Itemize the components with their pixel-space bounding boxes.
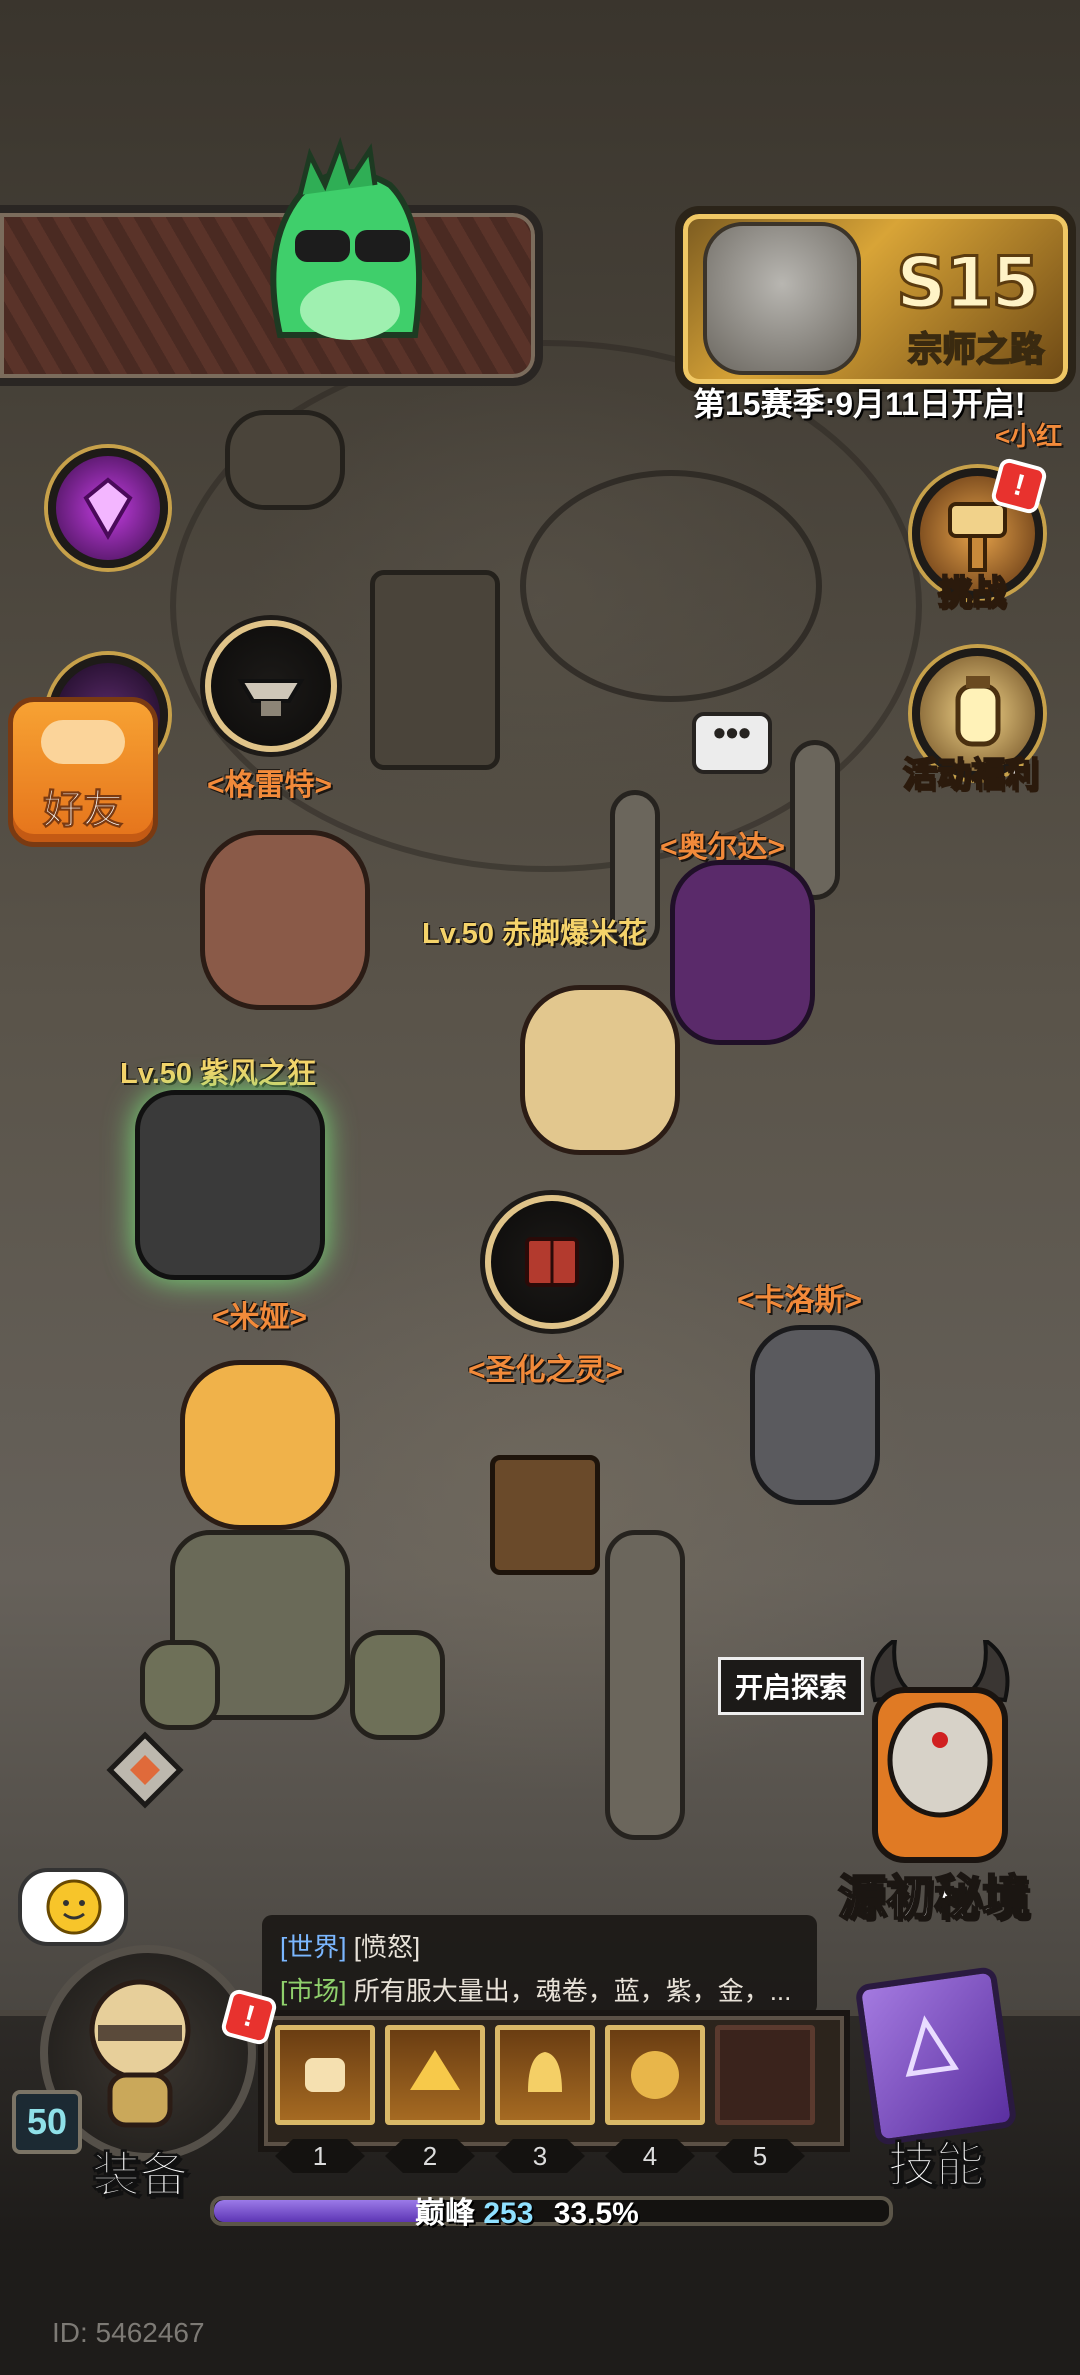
chat-channel-market: [市场]: [280, 1976, 347, 2006]
slot-number-4: 4: [605, 2139, 695, 2173]
skill-slot-1[interactable]: [275, 2025, 375, 2125]
friends-button[interactable]: 好友: [8, 697, 158, 847]
npc-name-gret: <格雷特>: [207, 769, 333, 802]
footer: [0, 2250, 1080, 2375]
rank-label: 巅峰: [415, 2197, 475, 2230]
skill-slot-4[interactable]: [605, 2025, 705, 2125]
cow-character[interactable]: [200, 830, 370, 1010]
slot-number-5: 5: [715, 2139, 805, 2173]
skills-label: 技能: [887, 2139, 985, 2193]
skull-portal-icon[interactable]: [855, 1640, 1025, 1865]
fist-skill-icon: [305, 2058, 345, 2092]
smiley-cat-icon: [46, 1879, 102, 1935]
skill-slot-2[interactable]: [385, 2025, 485, 2125]
cloud-icon: [41, 720, 125, 764]
chat-panel[interactable]: [世界] [愤怒] [市场] 所有服大量出，魂卷，蓝，紫，金，...: [262, 1915, 817, 2015]
gret-npc-orb[interactable]: [205, 620, 337, 752]
pot-prop: [225, 410, 345, 510]
kaluosi-character[interactable]: [750, 1325, 880, 1505]
xp-text: 巅峰 253 33.5%: [415, 2188, 639, 2232]
progress-percent: 33.5%: [553, 2197, 639, 2230]
beast-skill-icon: [410, 2050, 460, 2090]
green-dino-character[interactable]: [240, 135, 440, 360]
slot-number-2: 2: [385, 2139, 475, 2173]
statue-small-left: [140, 1640, 220, 1730]
tiger-face-icon: [703, 222, 861, 375]
diamond-waypoint-icon[interactable]: [75, 1730, 215, 1830]
pillar-center: [605, 1530, 685, 1840]
user-id: ID: 5462467: [52, 2317, 205, 2348]
chat-line-world: [世界] [愤怒]: [280, 1927, 420, 1964]
incense-table: [370, 570, 500, 770]
emoji-button[interactable]: [18, 1868, 128, 1946]
rune-button[interactable]: [48, 448, 168, 568]
season-title: 宗师之路: [907, 330, 1045, 370]
season-note: 第15赛季:9月11日开启!: [693, 386, 1026, 422]
challenge-label: 挑战: [937, 573, 1007, 613]
shenghua-npc-orb[interactable]: [485, 1195, 619, 1329]
chat-line-market: [市场] 所有服大量出，魂卷，蓝，紫，金，...: [280, 1971, 791, 2008]
skill-slot-3[interactable]: [495, 2025, 595, 2125]
chat-bubble-icon: •••: [692, 712, 772, 774]
friends-label: 好友: [43, 788, 124, 833]
equip-label: 装备: [91, 2149, 189, 2203]
skill-slot-5[interactable]: [715, 2025, 815, 2125]
altar-ring: [520, 470, 822, 702]
npc-name-shenghua: <圣化之灵>: [468, 1354, 624, 1387]
gem-icon: [83, 477, 133, 540]
npc-name-partial: <小红: [995, 421, 1063, 451]
rank-value: 253: [483, 2197, 534, 2230]
season-banner[interactable]: S15 宗师之路: [675, 206, 1076, 392]
slot-number-3: 3: [495, 2139, 585, 2173]
tiger-costume-character[interactable]: [180, 1360, 340, 1530]
slot-number-1: 1: [275, 2139, 365, 2173]
book-icon: [525, 1237, 579, 1287]
npc-name-kaluosi: <卡洛斯>: [737, 1284, 863, 1317]
player-name-p2: Lv.50 紫风之狂: [120, 1058, 317, 1090]
mask-skill-icon: [631, 2051, 679, 2099]
skills-book-button[interactable]: [854, 1965, 1018, 2147]
player-character-p1[interactable]: [520, 985, 680, 1155]
player-name-p1: Lv.50 赤脚爆米花: [422, 918, 648, 950]
statue-small-right: [350, 1630, 445, 1740]
book-creature-character[interactable]: [490, 1455, 600, 1575]
event-rewards-label: 活动福利: [902, 755, 1040, 795]
portal-label: 源初秘境: [837, 1871, 1031, 1926]
player-level-badge: 50: [12, 2090, 82, 2154]
npc-name-mia: <米娅>: [212, 1301, 308, 1334]
bell-skill-icon: [528, 2052, 562, 2092]
chat-text-world: [愤怒]: [353, 1932, 421, 1962]
explore-tooltip: 开启探索: [718, 1657, 865, 1715]
season-badge: S15: [895, 241, 1042, 326]
player-character-p2[interactable]: [135, 1090, 325, 1280]
spellbook-icon: [905, 2015, 959, 2077]
anvil-icon: [237, 679, 305, 716]
chat-text-market: 所有服大量出，魂卷，蓝，紫，金，...: [353, 1976, 792, 2006]
aoerda-character[interactable]: [670, 860, 815, 1045]
xp-progress-fill: [214, 2200, 441, 2222]
chat-channel-world: [世界]: [280, 1932, 347, 1962]
